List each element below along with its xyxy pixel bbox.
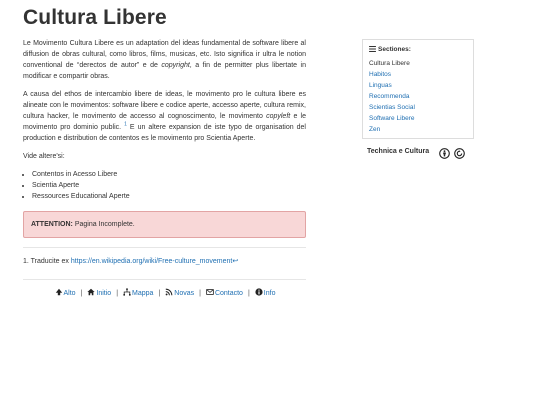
footer-link-contacto[interactable]: Contacto [206,289,243,297]
intro-paragraph: Le Movimento Cultura Libere es un adapta… [23,40,306,80]
list-item: Ressources Educational Aperte [32,191,306,202]
see-also-list: Contentos in Acesso Libere Scientia Aper… [23,169,306,202]
incomplete-page-alert: ATTENTION: Pagina Incomplete. [23,211,306,238]
cc-sa-icon[interactable] [454,148,466,159]
sidebar-item-recommenda[interactable]: Recommenda [369,91,467,102]
footnote-return-icon[interactable]: ↩ [232,258,238,265]
footer-nav: Alto | Initio | Mappa | Novas | Contacto | Info [0,288,330,297]
list-item: Scientia Aperte [32,180,306,191]
footer-link-mappa[interactable]: Mappa [123,288,153,297]
home-icon [87,288,96,296]
footer-link-novas[interactable]: Novas [165,288,194,297]
footer-link-alto[interactable]: Alto [55,288,76,297]
sections-sidebar: Sectiones: Cultura Libere Habitos Lingua… [362,39,474,139]
sidebar-item-habitos[interactable]: Habitos [369,69,467,80]
sidebar-item-scientias-social[interactable]: Scientias Social [369,102,467,113]
arrow-up-icon [55,288,62,296]
divider [23,247,306,248]
page-title: Cultura Libere [23,6,167,29]
sidebar-heading: Sectiones: [369,46,467,53]
envelope-icon [206,289,214,295]
sidebar-item-software-libere[interactable]: Software Libere [369,113,467,124]
list-item: Contentos in Acesso Libere [32,169,306,180]
footnote: 1. Traducite ex https://en.wikipedia.org… [23,258,239,265]
cc-by-icon[interactable] [439,148,450,159]
license-badges [439,146,466,164]
sidebar-item-cultura-libere[interactable]: Cultura Libere [369,58,467,69]
rss-icon [165,288,173,296]
info-icon [255,288,263,296]
footer-link-initio[interactable]: Initio [87,288,111,297]
sidebar-item-zen[interactable]: Zen [369,124,467,135]
see-also-label: Vide altere'si: [23,153,65,160]
list-icon [369,46,376,52]
divider [23,279,306,280]
sidebar-item-linguas[interactable]: Linguas [369,80,467,91]
topic-label: Technica e Cultura [367,148,430,155]
sitemap-icon [123,288,131,296]
movements-paragraph: A causa del ethos de intercambio libere … [23,91,306,142]
footnote-source-link[interactable]: https://en.wikipedia.org/wiki/Free-cultu… [71,258,232,265]
footer-link-info[interactable]: Info [255,288,275,297]
main-content: Le Movimento Cultura Libere es un adapta… [23,38,306,280]
